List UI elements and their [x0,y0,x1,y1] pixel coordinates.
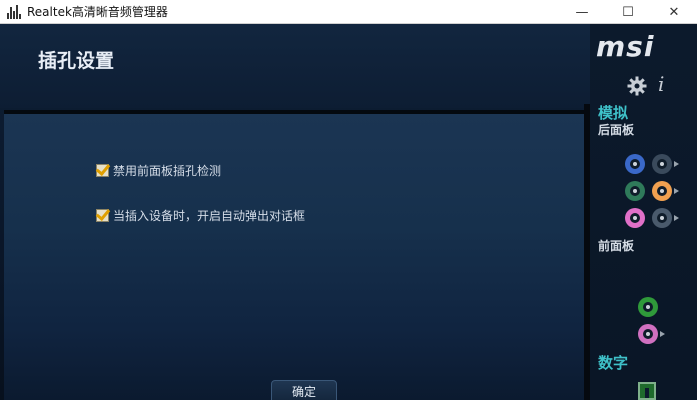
back-panel-pink-jack[interactable] [625,208,645,228]
front-panel-pink-jack[interactable] [638,324,658,344]
info-icon[interactable]: i [658,72,664,96]
option-auto-popup-dialog[interactable]: 当插入设备时，开启自动弹出对话框 [96,207,305,224]
realtek-app-icon [7,4,21,19]
front-panel-green-jack[interactable] [638,297,658,317]
jack-arrow-icon [674,215,679,221]
auto-popup-dialog-checkbox[interactable] [96,209,109,222]
ok-button[interactable]: 确定 [271,380,337,400]
analog-section-title: 模拟 [598,104,629,122]
option-label: 禁用前面板插孔检测 [113,164,222,178]
option-label: 当插入设备时，开启自动弹出对话框 [113,209,306,223]
msi-logo: msi [596,30,655,63]
header: 插孔设置 [0,24,590,108]
maximize-button[interactable]: ☐ [605,0,651,24]
jack-arrow-icon [660,331,665,337]
jack-settings-panel: 禁用前面板插孔检测 当插入设备时，开启自动弹出对话框 [4,110,584,400]
gear-icon[interactable] [627,76,647,96]
minimize-button[interactable]: — [559,0,605,24]
window-title: Realtek高清晰音频管理器 [27,5,168,19]
jack-arrow-icon [674,161,679,167]
disable-front-jack-detection-checkbox[interactable] [96,164,109,177]
digital-output-icon[interactable] [638,382,656,400]
front-panel-title: 前面板 [598,239,635,253]
option-disable-front-jack-detection[interactable]: 禁用前面板插孔检测 [96,162,221,179]
back-panel-gray-jack[interactable] [652,154,672,174]
right-sidebar: msi i 模拟 后面板 前面板 数字 [590,24,697,400]
digital-section-title: 数字 [598,354,629,372]
back-panel-blue-jack[interactable] [625,154,645,174]
back-panel-green-jack[interactable] [625,181,645,201]
back-panel-title: 后面板 [598,123,635,137]
title-bar: Realtek高清晰音频管理器 — ☐ ✕ [0,0,697,24]
jack-arrow-icon [674,188,679,194]
back-panel-dark-gray-jack[interactable] [652,208,672,228]
page-title: 插孔设置 [38,50,115,72]
close-button[interactable]: ✕ [651,0,697,24]
window-controls: — ☐ ✕ [559,0,697,24]
back-panel-orange-jack[interactable] [652,181,672,201]
main-window: 插孔设置 禁用前面板插孔检测 当插入设备时，开启自动弹出对话框 确定 msi i… [0,24,697,400]
